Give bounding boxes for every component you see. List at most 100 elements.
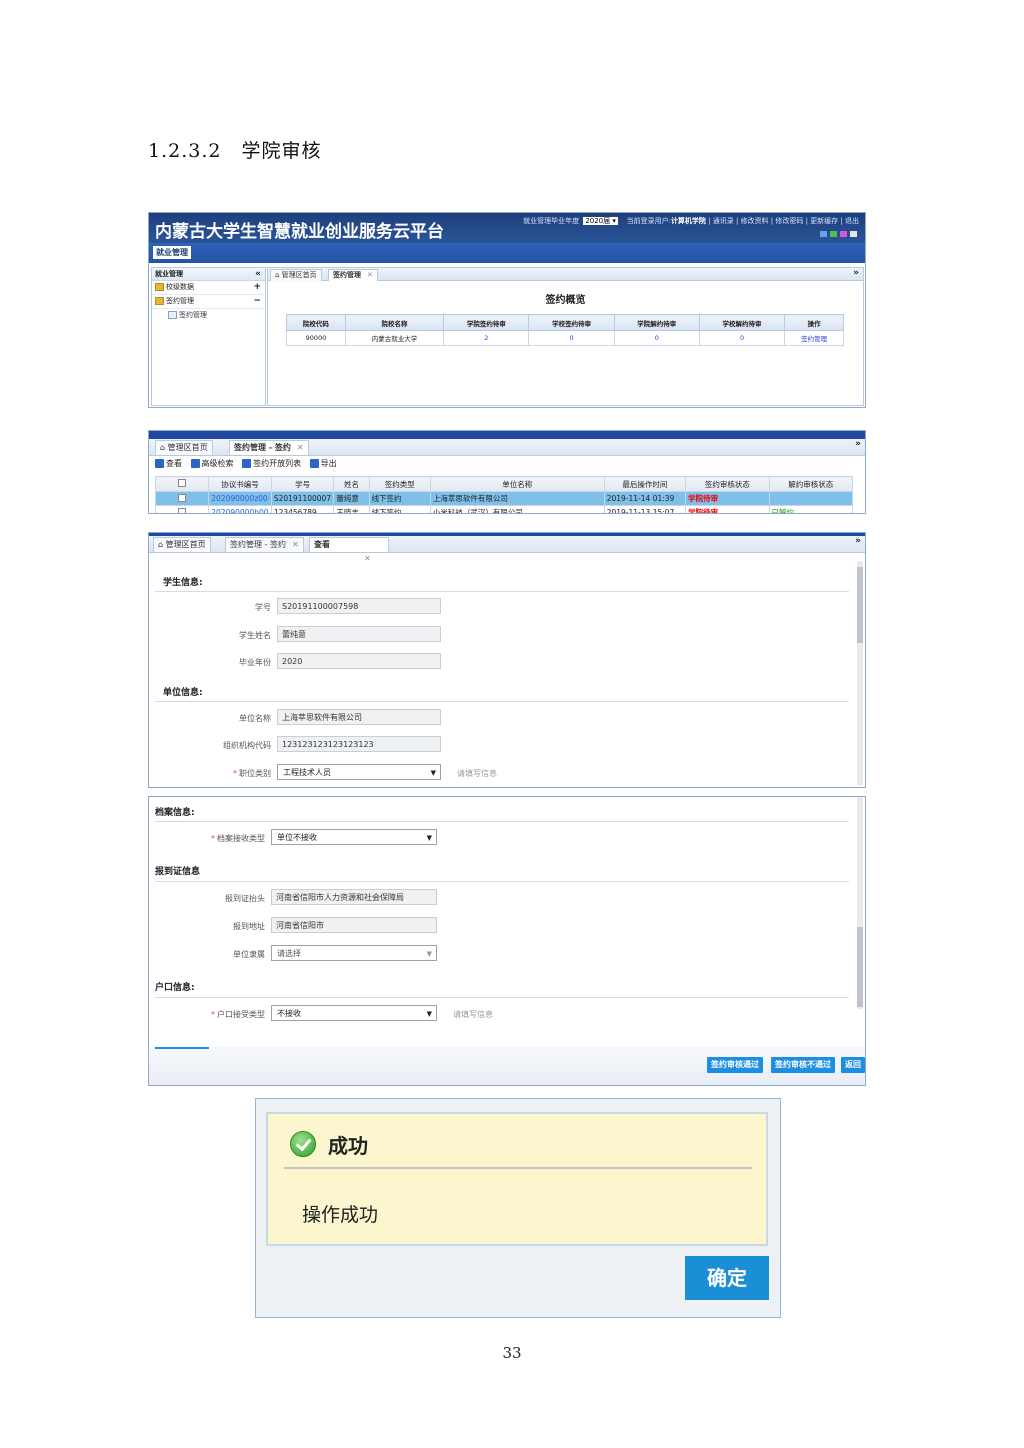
- table-row[interactable]: 202090000b00 123456789 王晓丰 线下签约 小米科技（武汉）…: [154, 505, 854, 513]
- divider: [155, 591, 849, 592]
- archive-type-select[interactable]: 单位不接收 ▼: [271, 829, 437, 845]
- chevron-down-icon[interactable]: »: [855, 536, 861, 546]
- col-header: 学校签约待审: [528, 314, 615, 331]
- col-header: 学院解约待审: [613, 314, 700, 331]
- row-checkbox-cell[interactable]: [154, 505, 210, 513]
- report-head-field[interactable]: 河南省信阳市人力资源和社会保障局: [271, 889, 437, 905]
- cell-agreement-no[interactable]: 202090000b00: [208, 505, 272, 513]
- tab-admin-home[interactable]: ⌂ 管理区首页: [153, 537, 211, 552]
- org-code-field[interactable]: 123123123123123123: [277, 736, 441, 752]
- theme-gray-icon[interactable]: [850, 231, 857, 237]
- page-number: 33: [502, 1344, 522, 1362]
- theme-blue-icon[interactable]: [820, 231, 827, 237]
- dropdown-arrow-icon: ▼: [426, 950, 432, 958]
- collapse-sidebar-icon[interactable]: «: [255, 268, 261, 280]
- main-panel: ⌂ 管理区首页 签约管理 ✕ » 签约概览 院校代码 院校名称 学院签约待审 学校…: [267, 267, 864, 406]
- close-tab-icon[interactable]: ✕: [292, 540, 299, 549]
- contract-table: 协议书编号 学号 姓名 签约类型 单位名称 最后操作时间 签约审核状态 解约审核…: [154, 476, 854, 513]
- cell-last-op-time: 2019-11-14 01:39: [603, 491, 687, 506]
- hukou-type-label: * 户口接受类型: [211, 1010, 265, 1019]
- company-info-title: 单位信息:: [163, 688, 203, 698]
- col-header: 签约审核状态: [685, 476, 770, 492]
- top-info-bar: 就业管理毕业年度 2020届 ▾ 当前登录用户:计算机学院 | 通讯录 | 修改…: [523, 217, 859, 225]
- grad-year-field[interactable]: 2020: [277, 653, 441, 669]
- cell-school-name: 内蒙古就业大学: [344, 330, 445, 346]
- tab-admin-home[interactable]: ⌂ 管理区首页: [155, 440, 213, 455]
- grid-icon: [168, 311, 177, 319]
- report-addr-field[interactable]: 河南省信阳市: [271, 917, 437, 933]
- row-checkbox-cell[interactable]: [154, 491, 210, 506]
- table-row[interactable]: 202090000z00 S20191100007 蕾纯意 线下签约 上海萃思软…: [154, 491, 854, 506]
- contract-detail-screenshot: ⌂ 管理区首页 签约管理 - 签约 ✕ 查看✕ » 学生信息: 学号 S20191…: [148, 532, 866, 788]
- tab-view[interactable]: 查看✕: [309, 537, 389, 563]
- view-button[interactable]: 查看: [155, 459, 182, 468]
- cell-school-cancel-pending[interactable]: 0: [698, 330, 786, 346]
- scrollbar-thumb[interactable]: [857, 927, 863, 1007]
- close-tab-icon[interactable]: ✕: [297, 443, 304, 452]
- scrollbar[interactable]: [857, 561, 863, 785]
- link-contacts[interactable]: 通讯录: [713, 217, 734, 225]
- scrollbar[interactable]: [857, 797, 863, 1009]
- user-label: 当前登录用户:: [626, 217, 671, 225]
- table-header-row: 院校代码 院校名称 学院签约待审 学校签约待审 学院解约待审 学校解约待审 操作: [286, 314, 844, 331]
- overview-screenshot: 内蒙古大学生智慧就业创业服务云平台 就业管理毕业年度 2020届 ▾ 当前登录用…: [148, 212, 866, 408]
- sidebar-item-contract-mgmt[interactable]: 签约管理 −: [152, 295, 265, 309]
- company-name-label: 单位名称: [239, 714, 271, 723]
- export-button[interactable]: 导出: [309, 459, 337, 468]
- folder-icon: [155, 297, 164, 305]
- sidebar-subitem-contract-mgmt[interactable]: 签约管理: [152, 309, 265, 321]
- hukou-type-select[interactable]: 不接收 ▼: [271, 1005, 437, 1021]
- cell-school-sign-pending[interactable]: 0: [528, 330, 615, 346]
- report-addr-label: 报到地址: [233, 922, 265, 931]
- link-refresh-cache[interactable]: 更新缓存: [810, 217, 838, 225]
- advanced-search-button[interactable]: 高级检索: [190, 459, 234, 468]
- student-no-field[interactable]: S20191100007598: [277, 598, 441, 614]
- student-name-field[interactable]: 蕾纯意: [277, 626, 441, 642]
- expand-icon[interactable]: +: [253, 281, 261, 294]
- link-logout[interactable]: 退出: [845, 217, 859, 225]
- reject-button[interactable]: 签约审核不通过: [771, 1057, 835, 1073]
- tab-contract-sign[interactable]: 签约管理 - 签约 ✕: [225, 537, 304, 552]
- divider: [155, 821, 849, 822]
- scrollbar-thumb[interactable]: [857, 567, 863, 643]
- checkbox[interactable]: [178, 507, 187, 513]
- collapse-icon[interactable]: −: [253, 295, 261, 308]
- nav-employment-button[interactable]: 就业管理: [153, 246, 191, 259]
- theme-swatches[interactable]: [820, 231, 857, 237]
- cell-college-cancel-pending[interactable]: 0: [613, 330, 700, 346]
- chevron-down-icon[interactable]: »: [855, 439, 861, 449]
- back-button[interactable]: 返回: [841, 1057, 865, 1073]
- theme-purple-icon[interactable]: [840, 231, 847, 237]
- open-list-button[interactable]: 签约开放列表: [242, 459, 301, 468]
- overview-title: 签约概览: [545, 295, 586, 306]
- confirm-button[interactable]: 确定: [685, 1256, 769, 1300]
- link-edit-profile[interactable]: 修改资料: [741, 217, 769, 225]
- user-name: 计算机学院: [670, 217, 706, 225]
- approve-button[interactable]: 签约审核通过: [707, 1057, 763, 1073]
- affiliation-select[interactable]: 请选择 ▼: [271, 945, 437, 961]
- tab-admin-home[interactable]: ⌂ 管理区首页: [270, 269, 322, 281]
- checkbox[interactable]: [178, 493, 187, 502]
- contract-mgmt-link[interactable]: 签约管理: [784, 330, 844, 346]
- close-tab-icon[interactable]: ✕: [364, 554, 371, 563]
- close-tab-icon[interactable]: ✕: [367, 271, 373, 279]
- tab-contract-mgmt[interactable]: 签约管理 ✕: [328, 269, 378, 281]
- select-all-header[interactable]: [154, 476, 210, 492]
- cell-college-sign-pending[interactable]: 2: [443, 330, 530, 346]
- year-select[interactable]: 2020届 ▾: [583, 217, 618, 225]
- contract-list-screenshot: ⌂ 管理区首页 签约管理 - 签约 ✕ » 查看 高级检索 签约开放列表 导出 协…: [148, 430, 866, 514]
- chevron-down-icon[interactable]: »: [853, 268, 859, 278]
- tab-contract-sign[interactable]: 签约管理 - 签约 ✕: [229, 440, 309, 455]
- sidebar-item-school-data[interactable]: 校级数据 +: [152, 281, 265, 295]
- company-name-field[interactable]: 上海萃思软件有限公司: [277, 709, 441, 725]
- checkbox[interactable]: [178, 479, 187, 487]
- link-change-password[interactable]: 修改密码: [775, 217, 803, 225]
- overview-table: 院校代码 院校名称 学院签约待审 学校签约待审 学院解约待审 学校解约待审 操作…: [286, 314, 844, 346]
- year-label: 就业管理毕业年度: [523, 217, 580, 225]
- cell-agreement-no[interactable]: 202090000z00: [208, 491, 272, 506]
- cell-name: 蕾纯意: [333, 491, 370, 506]
- theme-green-icon[interactable]: [830, 231, 837, 237]
- cell-name: 王晓丰: [333, 505, 370, 513]
- col-header: 解约审核状态: [768, 476, 854, 492]
- job-type-select[interactable]: 工程技术人员 ▼: [277, 764, 441, 780]
